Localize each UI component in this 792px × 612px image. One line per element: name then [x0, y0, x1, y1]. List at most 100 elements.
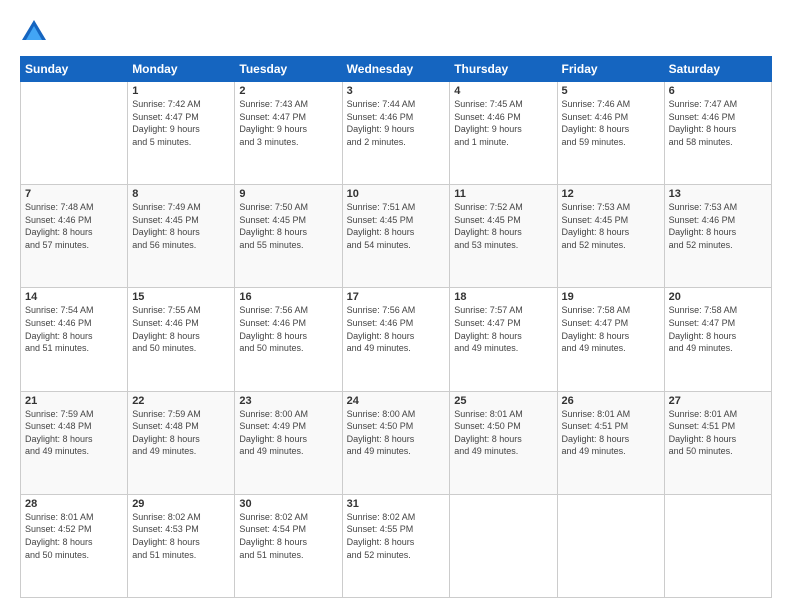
- day-info: Sunrise: 7:44 AM Sunset: 4:46 PM Dayligh…: [347, 98, 446, 148]
- day-cell: 25Sunrise: 8:01 AM Sunset: 4:50 PM Dayli…: [450, 391, 557, 494]
- day-info: Sunrise: 8:02 AM Sunset: 4:54 PM Dayligh…: [239, 511, 337, 561]
- week-row-3: 14Sunrise: 7:54 AM Sunset: 4:46 PM Dayli…: [21, 288, 772, 391]
- day-cell: 21Sunrise: 7:59 AM Sunset: 4:48 PM Dayli…: [21, 391, 128, 494]
- day-info: Sunrise: 8:00 AM Sunset: 4:49 PM Dayligh…: [239, 408, 337, 458]
- day-info: Sunrise: 8:01 AM Sunset: 4:51 PM Dayligh…: [562, 408, 660, 458]
- day-cell: 19Sunrise: 7:58 AM Sunset: 4:47 PM Dayli…: [557, 288, 664, 391]
- col-header-saturday: Saturday: [664, 57, 771, 82]
- day-number: 16: [239, 291, 337, 303]
- day-cell: 28Sunrise: 8:01 AM Sunset: 4:52 PM Dayli…: [21, 494, 128, 597]
- calendar: SundayMondayTuesdayWednesdayThursdayFrid…: [20, 56, 772, 598]
- day-info: Sunrise: 7:52 AM Sunset: 4:45 PM Dayligh…: [454, 201, 552, 251]
- day-info: Sunrise: 7:57 AM Sunset: 4:47 PM Dayligh…: [454, 304, 552, 354]
- day-number: 11: [454, 188, 552, 200]
- day-info: Sunrise: 8:00 AM Sunset: 4:50 PM Dayligh…: [347, 408, 446, 458]
- day-info: Sunrise: 8:02 AM Sunset: 4:53 PM Dayligh…: [132, 511, 230, 561]
- col-header-tuesday: Tuesday: [235, 57, 342, 82]
- day-cell: 16Sunrise: 7:56 AM Sunset: 4:46 PM Dayli…: [235, 288, 342, 391]
- day-number: 12: [562, 188, 660, 200]
- day-number: 13: [669, 188, 767, 200]
- day-number: 21: [25, 395, 123, 407]
- day-cell: [21, 82, 128, 185]
- day-cell: [557, 494, 664, 597]
- day-number: 28: [25, 498, 123, 510]
- day-cell: 4Sunrise: 7:45 AM Sunset: 4:46 PM Daylig…: [450, 82, 557, 185]
- logo: [20, 18, 52, 46]
- day-number: 18: [454, 291, 552, 303]
- day-cell: 9Sunrise: 7:50 AM Sunset: 4:45 PM Daylig…: [235, 185, 342, 288]
- day-info: Sunrise: 8:01 AM Sunset: 4:52 PM Dayligh…: [25, 511, 123, 561]
- day-info: Sunrise: 7:46 AM Sunset: 4:46 PM Dayligh…: [562, 98, 660, 148]
- day-cell: 20Sunrise: 7:58 AM Sunset: 4:47 PM Dayli…: [664, 288, 771, 391]
- day-cell: 23Sunrise: 8:00 AM Sunset: 4:49 PM Dayli…: [235, 391, 342, 494]
- day-info: Sunrise: 7:45 AM Sunset: 4:46 PM Dayligh…: [454, 98, 552, 148]
- day-info: Sunrise: 7:58 AM Sunset: 4:47 PM Dayligh…: [669, 304, 767, 354]
- day-number: 6: [669, 85, 767, 97]
- day-cell: 13Sunrise: 7:53 AM Sunset: 4:46 PM Dayli…: [664, 185, 771, 288]
- day-cell: 15Sunrise: 7:55 AM Sunset: 4:46 PM Dayli…: [128, 288, 235, 391]
- day-cell: [450, 494, 557, 597]
- day-cell: 6Sunrise: 7:47 AM Sunset: 4:46 PM Daylig…: [664, 82, 771, 185]
- col-header-thursday: Thursday: [450, 57, 557, 82]
- day-number: 10: [347, 188, 446, 200]
- day-cell: 11Sunrise: 7:52 AM Sunset: 4:45 PM Dayli…: [450, 185, 557, 288]
- day-info: Sunrise: 7:50 AM Sunset: 4:45 PM Dayligh…: [239, 201, 337, 251]
- col-header-wednesday: Wednesday: [342, 57, 450, 82]
- day-info: Sunrise: 7:53 AM Sunset: 4:45 PM Dayligh…: [562, 201, 660, 251]
- day-number: 29: [132, 498, 230, 510]
- day-cell: 18Sunrise: 7:57 AM Sunset: 4:47 PM Dayli…: [450, 288, 557, 391]
- day-cell: 27Sunrise: 8:01 AM Sunset: 4:51 PM Dayli…: [664, 391, 771, 494]
- day-info: Sunrise: 7:59 AM Sunset: 4:48 PM Dayligh…: [25, 408, 123, 458]
- day-number: 23: [239, 395, 337, 407]
- day-number: 4: [454, 85, 552, 97]
- week-row-2: 7Sunrise: 7:48 AM Sunset: 4:46 PM Daylig…: [21, 185, 772, 288]
- day-info: Sunrise: 7:51 AM Sunset: 4:45 PM Dayligh…: [347, 201, 446, 251]
- day-cell: 30Sunrise: 8:02 AM Sunset: 4:54 PM Dayli…: [235, 494, 342, 597]
- col-header-sunday: Sunday: [21, 57, 128, 82]
- day-info: Sunrise: 7:43 AM Sunset: 4:47 PM Dayligh…: [239, 98, 337, 148]
- day-cell: 3Sunrise: 7:44 AM Sunset: 4:46 PM Daylig…: [342, 82, 450, 185]
- day-number: 30: [239, 498, 337, 510]
- day-info: Sunrise: 7:55 AM Sunset: 4:46 PM Dayligh…: [132, 304, 230, 354]
- day-number: 15: [132, 291, 230, 303]
- day-number: 9: [239, 188, 337, 200]
- day-number: 31: [347, 498, 446, 510]
- header: [20, 18, 772, 46]
- day-info: Sunrise: 8:01 AM Sunset: 4:51 PM Dayligh…: [669, 408, 767, 458]
- day-number: 8: [132, 188, 230, 200]
- week-row-4: 21Sunrise: 7:59 AM Sunset: 4:48 PM Dayli…: [21, 391, 772, 494]
- day-number: 19: [562, 291, 660, 303]
- day-number: 7: [25, 188, 123, 200]
- day-info: Sunrise: 7:56 AM Sunset: 4:46 PM Dayligh…: [347, 304, 446, 354]
- day-number: 2: [239, 85, 337, 97]
- page: SundayMondayTuesdayWednesdayThursdayFrid…: [0, 0, 792, 612]
- week-row-5: 28Sunrise: 8:01 AM Sunset: 4:52 PM Dayli…: [21, 494, 772, 597]
- col-header-monday: Monday: [128, 57, 235, 82]
- day-cell: 29Sunrise: 8:02 AM Sunset: 4:53 PM Dayli…: [128, 494, 235, 597]
- day-cell: [664, 494, 771, 597]
- day-cell: 31Sunrise: 8:02 AM Sunset: 4:55 PM Dayli…: [342, 494, 450, 597]
- day-number: 1: [132, 85, 230, 97]
- day-cell: 14Sunrise: 7:54 AM Sunset: 4:46 PM Dayli…: [21, 288, 128, 391]
- day-cell: 17Sunrise: 7:56 AM Sunset: 4:46 PM Dayli…: [342, 288, 450, 391]
- day-number: 20: [669, 291, 767, 303]
- day-info: Sunrise: 7:59 AM Sunset: 4:48 PM Dayligh…: [132, 408, 230, 458]
- day-number: 27: [669, 395, 767, 407]
- logo-icon: [20, 18, 48, 46]
- calendar-header-row: SundayMondayTuesdayWednesdayThursdayFrid…: [21, 57, 772, 82]
- day-number: 14: [25, 291, 123, 303]
- day-number: 25: [454, 395, 552, 407]
- day-cell: 7Sunrise: 7:48 AM Sunset: 4:46 PM Daylig…: [21, 185, 128, 288]
- day-number: 24: [347, 395, 446, 407]
- day-cell: 1Sunrise: 7:42 AM Sunset: 4:47 PM Daylig…: [128, 82, 235, 185]
- day-info: Sunrise: 7:53 AM Sunset: 4:46 PM Dayligh…: [669, 201, 767, 251]
- day-cell: 2Sunrise: 7:43 AM Sunset: 4:47 PM Daylig…: [235, 82, 342, 185]
- day-info: Sunrise: 8:02 AM Sunset: 4:55 PM Dayligh…: [347, 511, 446, 561]
- col-header-friday: Friday: [557, 57, 664, 82]
- day-info: Sunrise: 7:47 AM Sunset: 4:46 PM Dayligh…: [669, 98, 767, 148]
- week-row-1: 1Sunrise: 7:42 AM Sunset: 4:47 PM Daylig…: [21, 82, 772, 185]
- day-number: 3: [347, 85, 446, 97]
- day-number: 17: [347, 291, 446, 303]
- day-cell: 22Sunrise: 7:59 AM Sunset: 4:48 PM Dayli…: [128, 391, 235, 494]
- day-info: Sunrise: 8:01 AM Sunset: 4:50 PM Dayligh…: [454, 408, 552, 458]
